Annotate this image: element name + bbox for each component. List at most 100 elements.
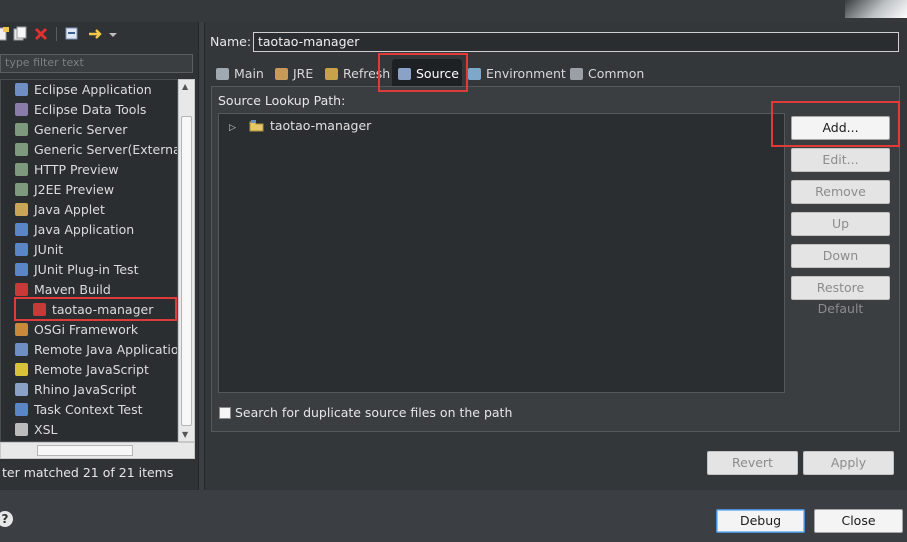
tree-item[interactable]: XSL (15, 420, 57, 440)
server-icon (15, 143, 28, 156)
down-button[interactable]: Down (791, 244, 890, 268)
server-icon (15, 123, 28, 136)
task-test-icon (15, 403, 28, 416)
tree-item-label: JUnit (34, 242, 64, 257)
source-lookup-label: Source Lookup Path: (218, 93, 346, 108)
delete-icon[interactable] (33, 26, 49, 42)
filter-icon[interactable] (88, 26, 104, 42)
main-tab-icon (216, 68, 229, 80)
tree-item-label: taotao-manager (52, 302, 154, 317)
scroll-thumb[interactable] (181, 116, 192, 426)
remote-js-icon (15, 363, 28, 376)
window-top-strip (0, 0, 907, 22)
apply-button[interactable]: Apply (803, 451, 894, 475)
tab-source[interactable]: Source (398, 62, 459, 86)
expand-arrow-icon[interactable]: ▷ (229, 123, 239, 133)
tree-item[interactable]: HTTP Preview (15, 160, 119, 180)
tree-item-label: Generic Server (34, 122, 128, 137)
tree-item-label: XSL (34, 422, 58, 437)
help-icon[interactable]: ? (0, 511, 13, 527)
tree-item[interactable]: Generic Server(External L (15, 140, 178, 160)
launch-config-toolbar (0, 26, 198, 46)
rhino-icon (15, 383, 28, 396)
java-app-icon (15, 223, 28, 236)
tree-item[interactable]: Remote Java Application (15, 340, 177, 360)
launch-config-tree[interactable]: Eclipse Application Eclipse Data Tools Gen… (0, 79, 178, 442)
tree-item-label: Generic Server(External L (34, 142, 178, 157)
tree-item[interactable]: Remote JavaScript (15, 360, 149, 380)
list-item[interactable]: ▷ taotao-manager (229, 118, 371, 133)
scroll-thumb[interactable] (37, 445, 133, 456)
refresh-icon (325, 68, 338, 80)
up-button[interactable]: Up (791, 212, 890, 236)
tab-label: Source (416, 66, 459, 81)
tree-item[interactable]: Java Application (15, 220, 134, 240)
tab-label: Common (588, 66, 645, 81)
tree-item-label: JUnit Plug-in Test (34, 262, 139, 277)
close-button[interactable]: Close (814, 509, 903, 533)
tab-label: JRE (293, 66, 314, 81)
tree-item[interactable]: Eclipse Data Tools (15, 100, 146, 120)
tree-item-label: Java Application (34, 222, 135, 237)
maven-icon (15, 283, 28, 296)
tree-item[interactable]: taotao-manager (33, 300, 153, 320)
tree-item[interactable]: JUnit (15, 240, 63, 260)
tree-item-label: OSGi Framework (34, 322, 139, 337)
tree-item[interactable]: Java Applet (15, 200, 105, 220)
tree-horizontal-scrollbar[interactable] (0, 442, 195, 459)
scroll-down-arrow-icon[interactable]: ▼ (182, 430, 191, 439)
tree-item[interactable]: J2EE Preview (15, 180, 114, 200)
tree-item[interactable]: Rhino JavaScript (15, 380, 136, 400)
tab-environment[interactable]: Environment (468, 62, 566, 86)
restore-default-button[interactable]: Restore Default (791, 276, 890, 316)
tree-item[interactable]: JUnit Plug-in Test (15, 260, 138, 280)
tree-item[interactable]: Maven Build (15, 280, 111, 300)
debug-button[interactable]: Debug (716, 509, 805, 533)
tab-refresh[interactable]: Refresh (325, 62, 390, 86)
server-icon (15, 183, 28, 196)
maven-icon (33, 303, 46, 316)
xsl-icon (15, 423, 28, 436)
tree-item[interactable]: Generic Server (15, 120, 127, 140)
source-icon (398, 68, 411, 80)
remove-button[interactable]: Remove (791, 180, 890, 204)
eclipse-app-icon (15, 83, 28, 96)
name-label: Name: (210, 34, 252, 49)
tree-item-label: Maven Build (34, 282, 111, 297)
source-lookup-tree[interactable]: ▷ taotao-manager (218, 113, 785, 393)
common-icon (570, 68, 583, 80)
data-tools-icon (15, 103, 28, 116)
tab-label: Refresh (343, 66, 391, 81)
tree-item-label: Eclipse Data Tools (34, 102, 147, 117)
tab-jre[interactable]: JRE (275, 62, 313, 86)
tab-common[interactable]: Common (570, 62, 644, 86)
scroll-up-arrow-icon[interactable]: ▲ (182, 82, 191, 91)
window-corner-decoration (845, 0, 907, 18)
filter-status-text: ter matched 21 of 21 items (2, 465, 174, 480)
tree-item-label: J2EE Preview (34, 182, 115, 197)
duplicate-source-label: Search for duplicate source files on the… (235, 405, 513, 420)
revert-button[interactable]: Revert (707, 451, 798, 475)
name-field[interactable]: taotao-manager (253, 32, 899, 52)
remote-java-icon (15, 343, 28, 356)
tree-item[interactable]: Task Context Test (15, 400, 143, 420)
filter-input[interactable]: type filter text (0, 54, 193, 73)
server-icon (15, 163, 28, 176)
collapse-icon[interactable] (64, 26, 80, 42)
add-button[interactable]: Add... (791, 116, 890, 140)
tree-item[interactable]: Eclipse Application (15, 80, 152, 100)
osgi-icon (15, 323, 28, 336)
new-config-icon[interactable] (0, 26, 10, 42)
tree-vertical-scrollbar[interactable]: ▲ ▼ (178, 79, 195, 442)
tree-item-label: Task Context Test (34, 402, 143, 417)
tree-item-label: HTTP Preview (34, 162, 119, 177)
duplicate-icon[interactable] (12, 26, 28, 42)
tab-label: Main (234, 66, 264, 81)
project-folder-icon (249, 120, 264, 132)
duplicate-source-checkbox[interactable] (219, 407, 231, 419)
edit-button[interactable]: Edit... (791, 148, 890, 172)
chevron-down-icon[interactable] (108, 26, 118, 42)
tab-main[interactable]: Main (216, 62, 264, 86)
tree-item[interactable]: OSGi Framework (15, 320, 138, 340)
tree-item-label: Eclipse Application (34, 82, 152, 97)
